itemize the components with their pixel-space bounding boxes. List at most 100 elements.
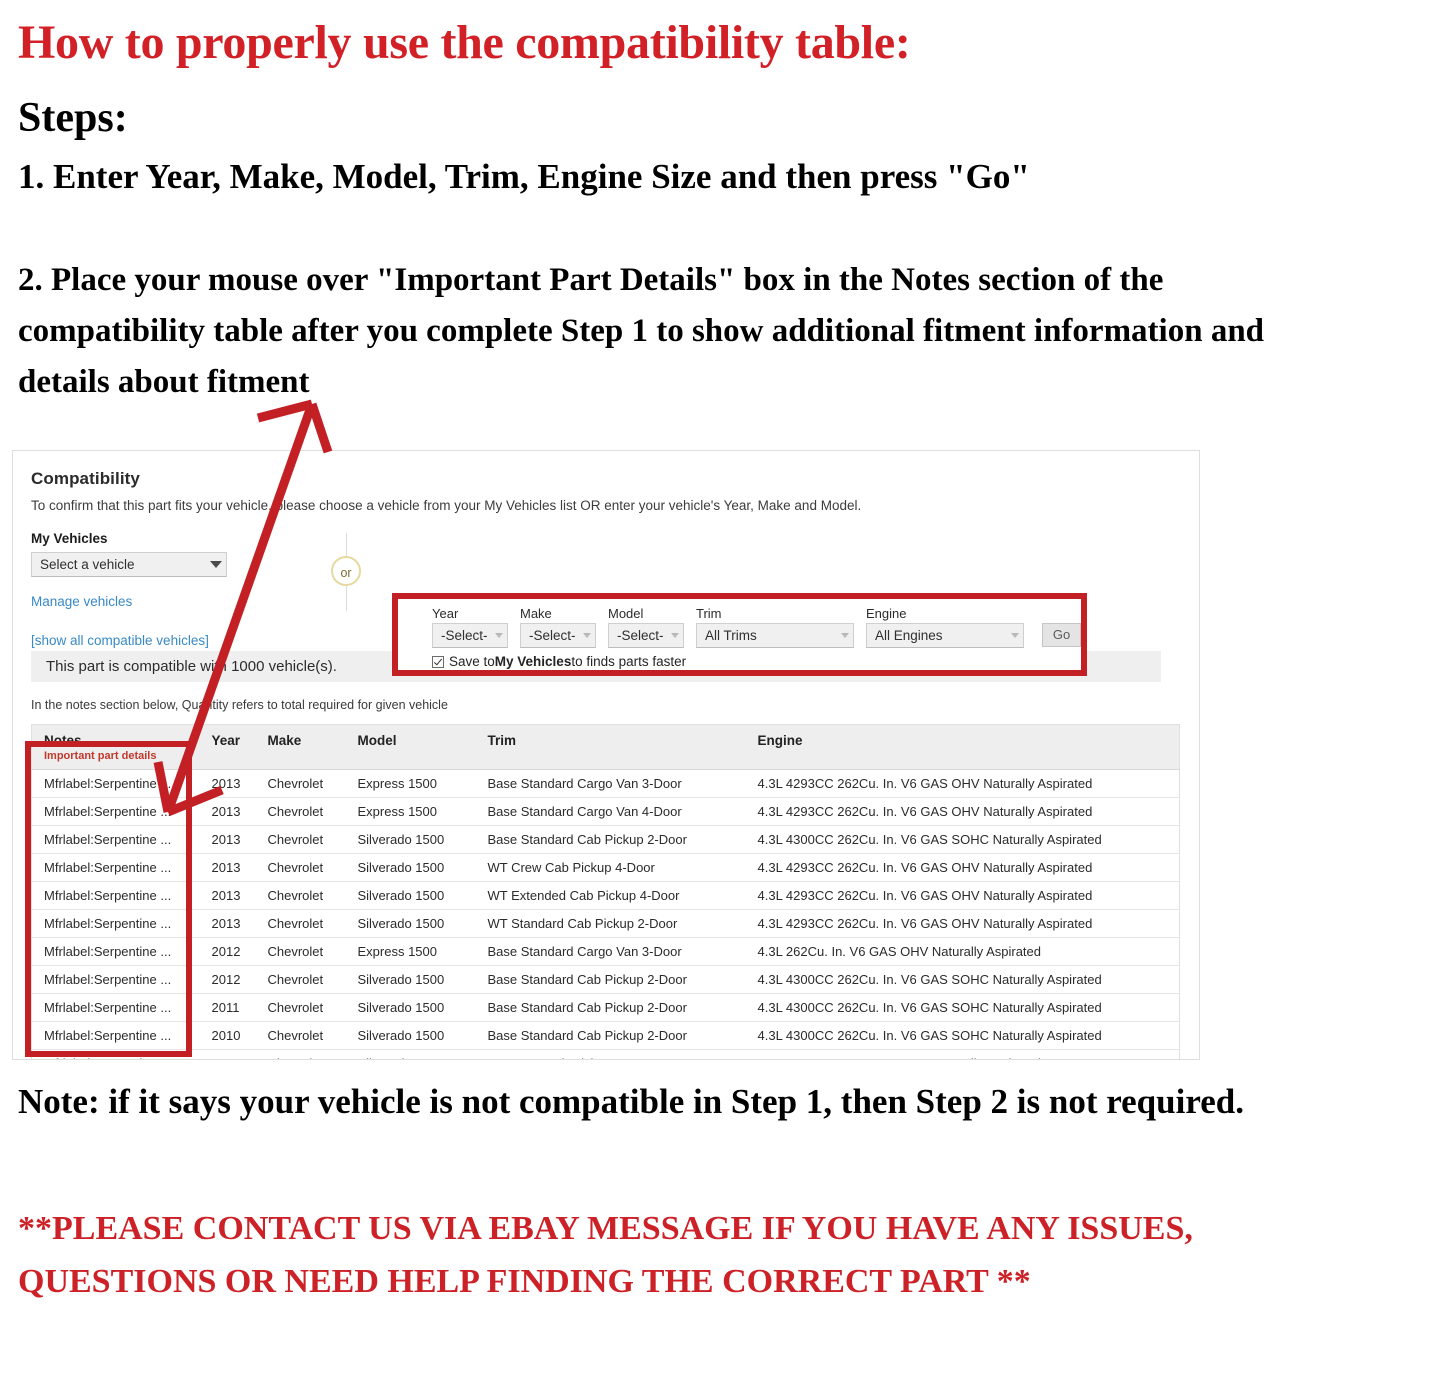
column-header-model: Model xyxy=(345,724,476,770)
ymme-finder-highlight-box: Year -Select- Make -Select- Model -Selec… xyxy=(392,593,1087,676)
table-row: Mfrlabel:Serpentine ... 2013 Chevrolet Silv… xyxy=(31,909,1180,938)
cell-notes[interactable]: Mfrlabel:Serpentine ... xyxy=(31,1049,200,1059)
chevron-down-icon xyxy=(1011,633,1019,638)
cell-year: 2013 xyxy=(199,881,256,910)
show-all-compatible-vehicles-link[interactable]: [show all compatible vehicles] xyxy=(31,633,261,648)
year-select-value: -Select- xyxy=(441,628,488,643)
column-header-trim: Trim xyxy=(475,724,746,770)
cell-notes[interactable]: Mfrlabel:Serpentine ... xyxy=(31,993,200,1022)
go-button[interactable]: Go xyxy=(1042,623,1081,647)
cell-trim: WT Extended Cab Pickup 4-Door xyxy=(475,881,746,910)
save-prefix-label: Save to xyxy=(449,654,495,669)
make-field: Make -Select- xyxy=(520,606,596,648)
cell-notes[interactable]: Mfrlabel:Serpentine ... xyxy=(31,825,200,854)
cell-notes[interactable]: Mfrlabel:Serpentine ... xyxy=(31,797,200,826)
table-header: Notes Important part details Year Make M… xyxy=(31,724,1180,770)
cell-make: Chevrolet xyxy=(255,881,346,910)
table-row: Mfrlabel:Serpentine ... 2013 Chevrolet Expr… xyxy=(31,797,1180,826)
cell-notes[interactable]: Mfrlabel:Serpentine ... xyxy=(31,853,200,882)
cell-engine: 4.3L 4300CC 262Cu. In. V6 GAS SOHC Natur… xyxy=(745,1021,1180,1050)
cell-engine: 4.3L 4293CC 262Cu. In. V6 GAS OHV Natura… xyxy=(745,797,1180,826)
cell-notes[interactable]: Mfrlabel:Serpentine ... xyxy=(31,1021,200,1050)
column-header-notes-label: Notes xyxy=(44,733,82,748)
my-vehicles-select-value: Select a vehicle xyxy=(40,557,135,572)
cell-year: 2012 xyxy=(199,937,256,966)
cell-year: 2013 xyxy=(199,797,256,826)
cell-trim: Base Standard Cab Pickup 2-Door xyxy=(475,1021,746,1050)
make-label: Make xyxy=(520,606,552,621)
model-select[interactable]: -Select- xyxy=(608,623,684,648)
or-separator: or xyxy=(326,533,368,611)
cell-notes[interactable]: Mfrlabel:Serpentine ... xyxy=(31,965,200,994)
cell-year: 2012 xyxy=(199,965,256,994)
column-header-engine: Engine xyxy=(745,724,1180,770)
engine-select[interactable]: All Engines xyxy=(866,623,1024,648)
cell-engine: 4.3L 4300CC 262Cu. In. V6 GAS SOHC Natur… xyxy=(745,993,1180,1022)
table-row: Mfrlabel:Serpentine ... 2013 Chevrolet Silv… xyxy=(31,825,1180,854)
cell-model: Silverado 1500 xyxy=(345,825,476,854)
cell-model: Silverado 1500 xyxy=(345,853,476,882)
cell-model: Silverado 1500 xyxy=(345,965,476,994)
cell-notes[interactable]: Mfrlabel:Serpentine ... xyxy=(31,937,200,966)
my-vehicles-label: My Vehicles xyxy=(31,531,108,546)
cell-year: 2010 xyxy=(199,1021,256,1050)
page-title: How to properly use the compatibility ta… xyxy=(18,16,911,69)
table-row: Mfrlabel:Serpentine ... 2011 Chevrolet Silv… xyxy=(31,993,1180,1022)
column-header-year: Year xyxy=(199,724,256,770)
cell-model: Silverado 1500 xyxy=(345,1049,476,1059)
cell-trim: Base Standard Cab Pickup 2-Door xyxy=(475,965,746,994)
cell-notes[interactable]: Mfrlabel:Serpentine ... xyxy=(31,881,200,910)
steps-label: Steps: xyxy=(18,95,128,141)
cell-year: 2010 xyxy=(199,1049,256,1059)
cell-notes[interactable]: Mfrlabel:Serpentine ... xyxy=(31,909,200,938)
cell-make: Chevrolet xyxy=(255,797,346,826)
table-header-row: Notes Important part details Year Make M… xyxy=(31,724,1180,770)
table-row: Mfrlabel:Serpentine ...2010ChevroletSilv… xyxy=(31,1049,1180,1059)
save-to-my-vehicles-checkbox[interactable] xyxy=(432,655,444,668)
cell-year: 2013 xyxy=(199,825,256,854)
cell-make: Chevrolet xyxy=(255,825,346,854)
my-vehicles-select[interactable]: Select a vehicle xyxy=(31,552,227,577)
trim-field: Trim All Trims xyxy=(696,606,854,648)
cell-notes[interactable]: Mfrlabel:Serpentine ... xyxy=(31,769,200,798)
manage-vehicles-link[interactable]: Manage vehicles xyxy=(31,594,261,609)
cell-engine: 4.3L 262Cu. In. V6 GAS OHV Naturally Asp… xyxy=(745,937,1180,966)
step-1-text: 1. Enter Year, Make, Model, Trim, Engine… xyxy=(18,157,1030,196)
trim-select-value: All Trims xyxy=(705,628,757,643)
model-field: Model -Select- xyxy=(608,606,684,648)
year-label: Year xyxy=(432,606,459,621)
column-header-make: Make xyxy=(255,724,346,770)
cell-trim: Base Standard Cargo Van 3-Door xyxy=(475,937,746,966)
trim-select[interactable]: All Trims xyxy=(696,623,854,648)
table-row: Mfrlabel:Serpentine ... 2012 Chevrolet Expr… xyxy=(31,937,1180,966)
table-body: Mfrlabel:Serpentine ... 2013 Chevrolet Expr… xyxy=(31,769,1180,1059)
table-row: Mfrlabel:Serpentine ... 2013 Chevrolet Silv… xyxy=(31,881,1180,910)
column-header-notes: Notes Important part details xyxy=(31,724,200,770)
cell-engine: 4.3L 4293CC 262Cu. In. V6 GAS OHV Natura… xyxy=(745,853,1180,882)
contact-notice-text: **PLEASE CONTACT US VIA EBAY MESSAGE IF … xyxy=(18,1210,1193,1300)
engine-field: Engine All Engines xyxy=(866,606,1024,648)
cell-year: 2013 xyxy=(199,769,256,798)
cell-model: Silverado 1500 xyxy=(345,909,476,938)
year-select[interactable]: -Select- xyxy=(432,623,508,648)
model-label: Model xyxy=(608,606,644,621)
make-select[interactable]: -Select- xyxy=(520,623,596,648)
engine-label: Engine xyxy=(866,606,907,621)
table-row: Mfrlabel:Serpentine ... 2013 Chevrolet Expr… xyxy=(31,769,1180,798)
cell-trim: Base Standard Cab Pickup 2-Door xyxy=(475,993,746,1022)
vehicle-finder-row: My Vehicles Select a vehicle Manage vehi… xyxy=(31,531,1181,676)
cell-model: Express 1500 xyxy=(345,937,476,966)
cell-trim: Base Standard Cargo Van 3-Door xyxy=(475,769,746,798)
cell-make: Chevrolet xyxy=(255,853,346,882)
cell-make: Chevrolet xyxy=(255,965,346,994)
chevron-down-icon xyxy=(210,561,222,568)
cell-engine: 4.3L 4293CC 262Cu. In. V6 GAS OHV Natura… xyxy=(745,881,1180,910)
column-header-notes-sublabel: Important part details xyxy=(44,750,157,762)
cell-engine: 4.3L 4293CC 262Cu. In. V6 GAS OHV Natura… xyxy=(745,909,1180,938)
chevron-down-icon xyxy=(495,633,503,638)
compatibility-subtitle: To confirm that this part fits your vehi… xyxy=(31,498,862,513)
cell-trim: WT Crew Cab Pickup 4-Door xyxy=(475,1049,746,1059)
or-label: or xyxy=(331,556,361,586)
cell-trim: WT Standard Cab Pickup 2-Door xyxy=(475,909,746,938)
save-to-my-vehicles-row[interactable]: Save to My Vehicles to finds parts faste… xyxy=(398,648,1081,669)
